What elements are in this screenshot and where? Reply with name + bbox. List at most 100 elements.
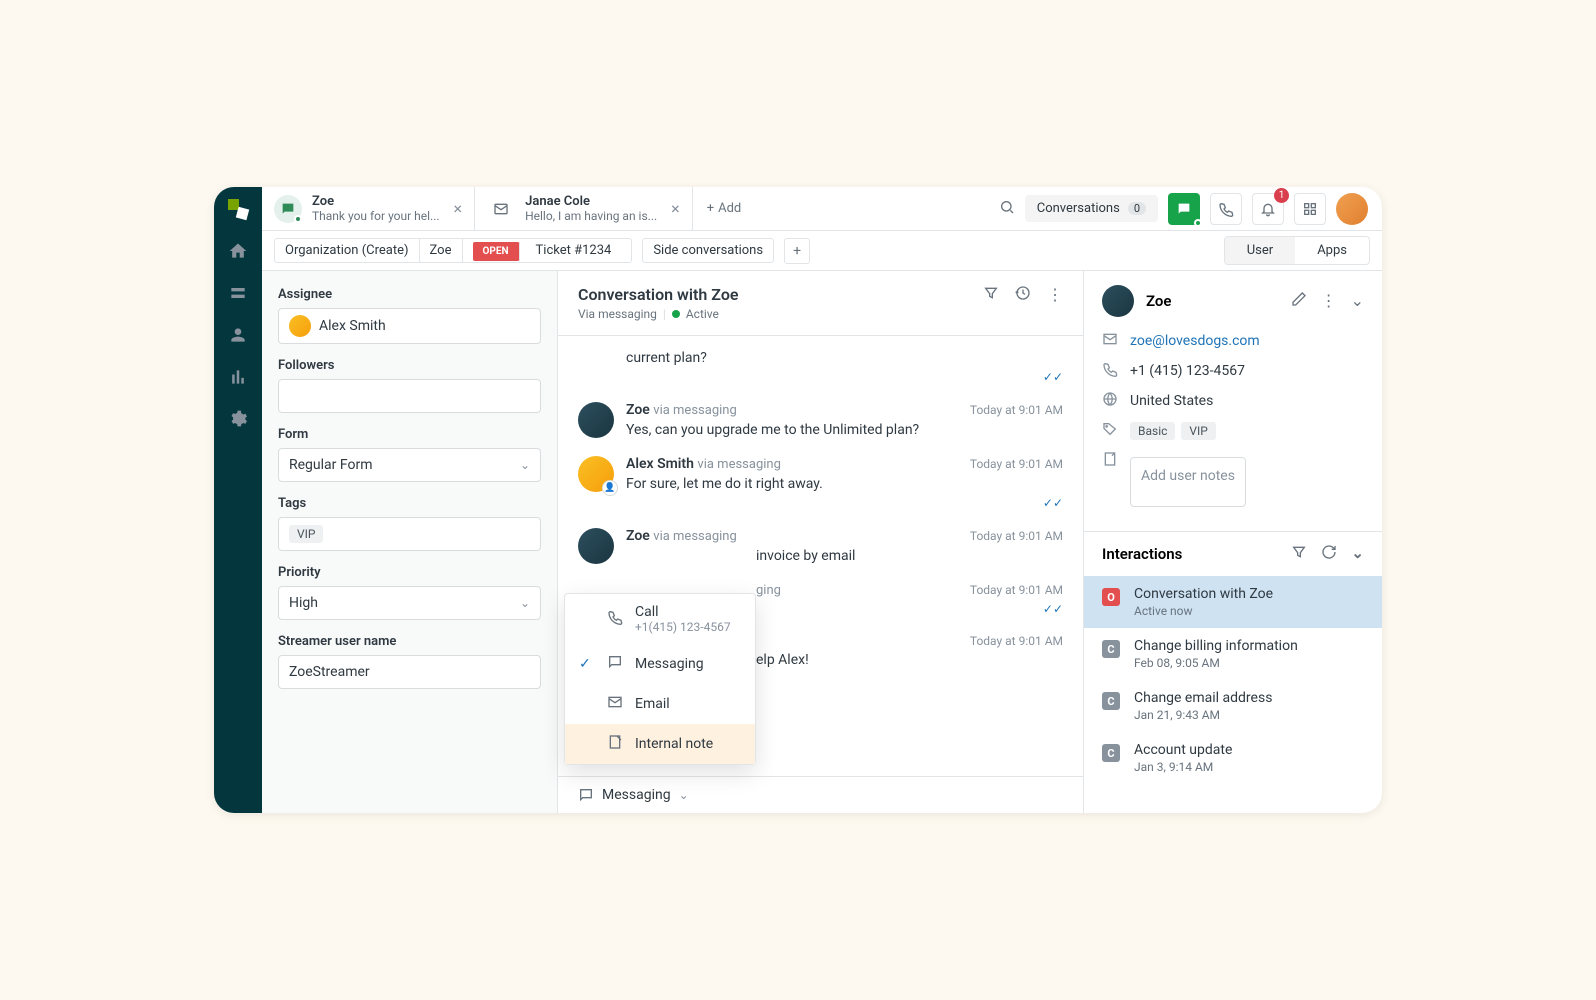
interactions-header: Interactions ⌄	[1084, 531, 1382, 576]
tab-subtitle: Hello, I am having an is...	[525, 209, 657, 223]
context-bar: Organization (Create) Zoe OPENTicket #12…	[262, 231, 1382, 271]
user-phone: +1 (415) 123-4567	[1130, 363, 1245, 379]
form-select[interactable]: Regular Form⌄	[278, 448, 541, 482]
user-email[interactable]: zoe@lovesdogs.com	[1130, 333, 1260, 349]
streamer-field[interactable]: ZoeStreamer	[278, 655, 541, 689]
message-time: Today at 9:01 AM	[970, 457, 1063, 471]
note-icon	[607, 734, 623, 754]
notifications-button[interactable]: 1	[1252, 193, 1284, 225]
status-badge: O	[1102, 588, 1120, 606]
chevron-down-icon: ⌄	[679, 788, 689, 802]
form-label: Form	[278, 427, 541, 442]
message: current plan? ✓✓	[578, 346, 1063, 384]
conversation-header: Conversation with Zoe Via messaging | Ac…	[558, 271, 1083, 336]
conversations-button[interactable]: Conversations 0	[1025, 195, 1158, 222]
org-crumb[interactable]: Organization (Create)	[275, 239, 420, 262]
close-icon[interactable]: ×	[671, 199, 680, 218]
admin-icon[interactable]	[228, 409, 248, 429]
ticket-crumb[interactable]: OPENTicket #1234	[463, 239, 632, 262]
note-icon	[1102, 451, 1118, 471]
chevron-down-icon[interactable]: ⌄	[1351, 544, 1364, 564]
user-details: zoe@lovesdogs.com +1 (415) 123-4567 Unit…	[1084, 331, 1382, 531]
status-indicator	[672, 310, 680, 318]
status-label: Active	[686, 307, 719, 321]
ticket-sidebar: Assignee Alex Smith Followers Form Regul…	[262, 271, 558, 813]
add-side-conversation[interactable]: +	[784, 238, 810, 264]
nav-rail	[214, 187, 262, 813]
conversations-count: 0	[1128, 202, 1146, 215]
interaction-item[interactable]: C Change email addressJan 21, 9:43 AM	[1084, 680, 1382, 732]
refresh-icon[interactable]	[1321, 544, 1337, 564]
notification-badge: 1	[1274, 188, 1289, 203]
message-text: current plan?	[626, 350, 1063, 366]
topbar: Zoe Thank you for your hel... × Janae Co…	[262, 187, 1382, 231]
channel-option-messaging[interactable]: ✓ Messaging	[565, 644, 755, 684]
read-receipt-icon: ✓✓	[626, 370, 1063, 384]
message: Zoe via messagingToday at 9:01 AM Yes, c…	[578, 402, 1063, 438]
channel-option-call[interactable]: Call+1(415) 123-4567	[565, 594, 755, 644]
edit-icon[interactable]	[1291, 291, 1307, 311]
views-icon[interactable]	[228, 283, 248, 303]
interaction-item[interactable]: C Change billing informationFeb 08, 9:05…	[1084, 628, 1382, 680]
followers-label: Followers	[278, 358, 541, 373]
tab-subtitle: Thank you for your hel...	[312, 209, 440, 223]
user-header: Zoe ⋮ ⌄	[1084, 271, 1382, 331]
apps-button[interactable]	[1294, 193, 1326, 225]
tab-title: Janae Cole	[525, 194, 657, 210]
priority-select[interactable]: High⌄	[278, 586, 541, 620]
search-icon[interactable]	[999, 199, 1015, 219]
phone-icon	[607, 609, 623, 629]
interaction-item[interactable]: O Conversation with ZoeActive now	[1084, 576, 1382, 628]
message-text: elp Alex!	[756, 652, 1063, 668]
phone-icon	[1102, 361, 1118, 381]
requester-crumb[interactable]: Zoe	[420, 239, 463, 262]
tags-field[interactable]: VIP	[278, 517, 541, 551]
message-avatar: 👤	[578, 456, 614, 492]
close-icon[interactable]: ×	[454, 199, 463, 218]
chat-status-button[interactable]	[1168, 193, 1200, 225]
chevron-down-icon: ⌄	[520, 458, 530, 472]
message-time: Today at 9:01 AM	[970, 583, 1063, 597]
message-time: Today at 9:01 AM	[970, 529, 1063, 543]
message: 👤 Alex Smith via messagingToday at 9:01 …	[578, 456, 1063, 510]
chevron-down-icon[interactable]: ⌄	[1351, 291, 1364, 311]
message-text: invoice by email	[756, 548, 1063, 564]
tab-zoe[interactable]: Zoe Thank you for your hel... ×	[262, 187, 475, 230]
mail-icon	[1102, 331, 1118, 351]
chevron-down-icon: ⌄	[520, 596, 530, 610]
panel-toggle: User Apps	[1224, 236, 1370, 265]
via-label: Via messaging	[578, 307, 657, 321]
history-icon[interactable]	[1015, 285, 1031, 305]
tag-icon	[1102, 421, 1118, 441]
user-toggle[interactable]: User	[1225, 237, 1295, 264]
tag-chip: VIP	[289, 525, 323, 543]
assignee-field[interactable]: Alex Smith	[278, 308, 541, 344]
user-avatar	[1102, 285, 1134, 317]
main-area: Zoe Thank you for your hel... × Janae Co…	[262, 187, 1382, 813]
phone-button[interactable]	[1210, 193, 1242, 225]
add-tab-button[interactable]: +Add	[693, 201, 756, 216]
apps-toggle[interactable]: Apps	[1295, 237, 1369, 264]
streamer-label: Streamer user name	[278, 634, 541, 649]
chat-icon	[274, 195, 302, 223]
customers-icon[interactable]	[228, 325, 248, 345]
side-conversations-button[interactable]: Side conversations	[642, 238, 774, 263]
tab-janae[interactable]: Janae Cole Hello, I am having an is... ×	[475, 187, 693, 230]
channel-option-email[interactable]: Email	[565, 684, 755, 724]
user-notes-input[interactable]: Add user notes	[1130, 457, 1246, 507]
more-icon[interactable]: ⋮	[1321, 291, 1337, 311]
message-avatar	[578, 402, 614, 438]
channel-option-note[interactable]: Internal note	[565, 724, 755, 764]
user-avatar[interactable]	[1336, 193, 1368, 225]
more-icon[interactable]: ⋮	[1047, 285, 1063, 305]
reports-icon[interactable]	[228, 367, 248, 387]
filter-icon[interactable]	[983, 285, 999, 305]
tags-label: Tags	[278, 496, 541, 511]
filter-icon[interactable]	[1291, 544, 1307, 564]
interaction-item[interactable]: C Account updateJan 3, 9:14 AM	[1084, 732, 1382, 784]
open-badge: OPEN	[473, 242, 520, 261]
home-icon[interactable]	[228, 241, 248, 261]
logo-icon[interactable]	[228, 199, 248, 219]
channel-switcher[interactable]: Messaging ⌄	[558, 776, 1083, 813]
followers-field[interactable]	[278, 379, 541, 413]
